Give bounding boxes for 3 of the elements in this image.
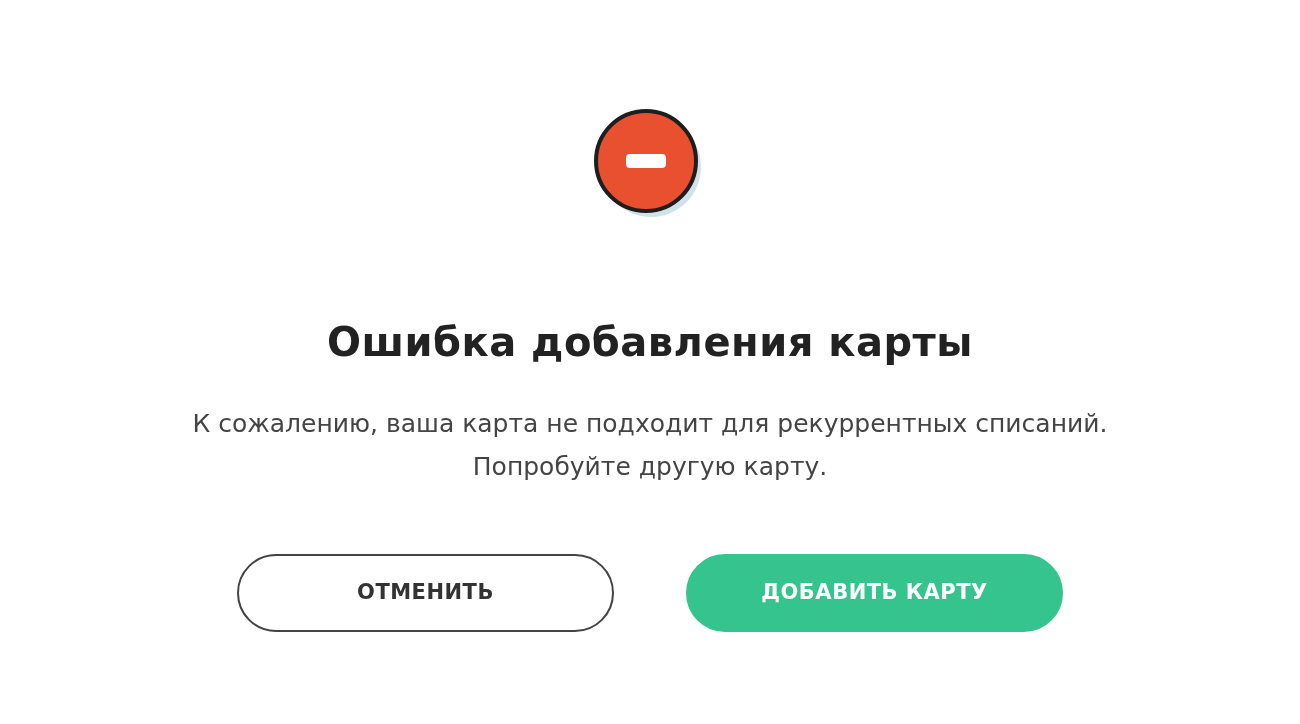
- cancel-button[interactable]: ОТМЕНИТЬ: [237, 554, 614, 632]
- error-message: К сожалению, ваша карта не подходит для рекуррентных списаний. Попробуйте другую карту.: [192, 408, 1108, 483]
- error-title: Ошибка добавления карты: [327, 318, 973, 366]
